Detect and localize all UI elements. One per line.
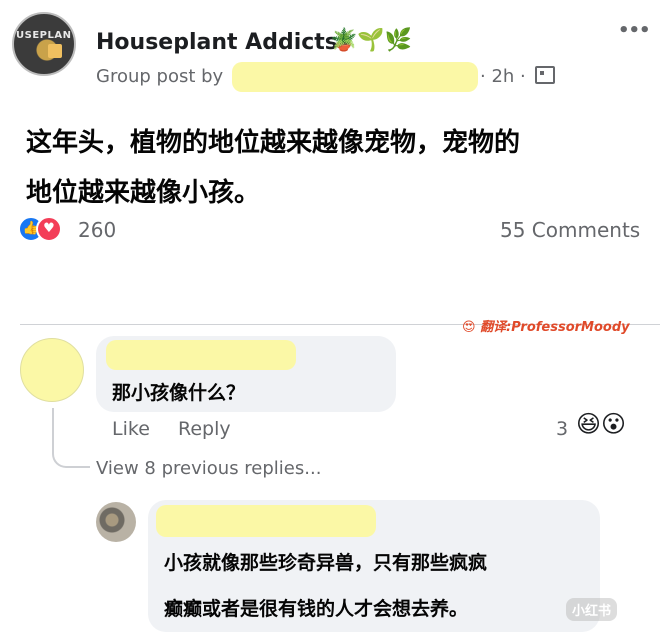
group-post-by-label: Group post by [96, 66, 224, 87]
redacted-commenter-name [106, 340, 296, 370]
xiaohongshu-watermark: 小红书 [566, 598, 618, 621]
avatar-lamp [48, 44, 62, 58]
comment-reaction-count[interactable]: 3 [556, 418, 568, 440]
post-timestamp[interactable]: · 2h · [480, 66, 556, 87]
group-privacy-icon [535, 66, 556, 84]
comment-like-button[interactable]: Like [112, 418, 150, 440]
translator-credit: 😍 翻译:ProfessorMoody [462, 316, 630, 335]
more-options-icon[interactable]: ••• [618, 20, 651, 41]
reply-avatar[interactable] [96, 502, 136, 542]
heart-eyes-icon: 😍 [462, 320, 476, 335]
comment-text: 那小孩像什么？ [112, 382, 246, 404]
reaction-count[interactable]: 260 [78, 218, 116, 242]
reaction-icons[interactable]: 👍 ♥ [18, 216, 62, 242]
thread-connector-line [52, 408, 90, 468]
redacted-author-name [232, 62, 478, 92]
love-reaction-icon: ♥ [36, 216, 62, 242]
translator-credit-text: 翻译:ProfessorMoody [480, 320, 630, 335]
avatar-label: USEPLANT [16, 30, 76, 41]
group-avatar[interactable]: USEPLANT [12, 12, 76, 76]
timestamp-text: · 2h · [480, 66, 526, 87]
redacted-reply-author-name [156, 505, 376, 537]
post-text-line: 地位越来越像小孩。 [26, 178, 261, 208]
post-text-line: 这年头，植物的地位越来越像宠物，宠物的 [26, 128, 521, 158]
commenter-avatar-redacted[interactable] [20, 338, 84, 402]
group-name-link[interactable]: Houseplant Addicts [96, 30, 338, 55]
reply-text-line: 癫癫或者是很有钱的人才会想去养。 [164, 598, 469, 620]
comments-count-link[interactable]: 55 Comments [500, 218, 640, 242]
post-text: 这年头，植物的地位越来越像宠物，宠物的 地位越来越像小孩。 [26, 118, 626, 218]
comment-reply-button[interactable]: Reply [178, 418, 231, 440]
comment-reaction-icons[interactable]: 😆😮 [576, 410, 626, 438]
view-previous-replies-link[interactable]: View 8 previous replies... [96, 458, 321, 479]
plant-emojis: 🪴🌱🌿 [330, 28, 413, 53]
reply-text-line: 小孩就像那些珍奇异兽，只有那些疯疯 [164, 552, 488, 574]
